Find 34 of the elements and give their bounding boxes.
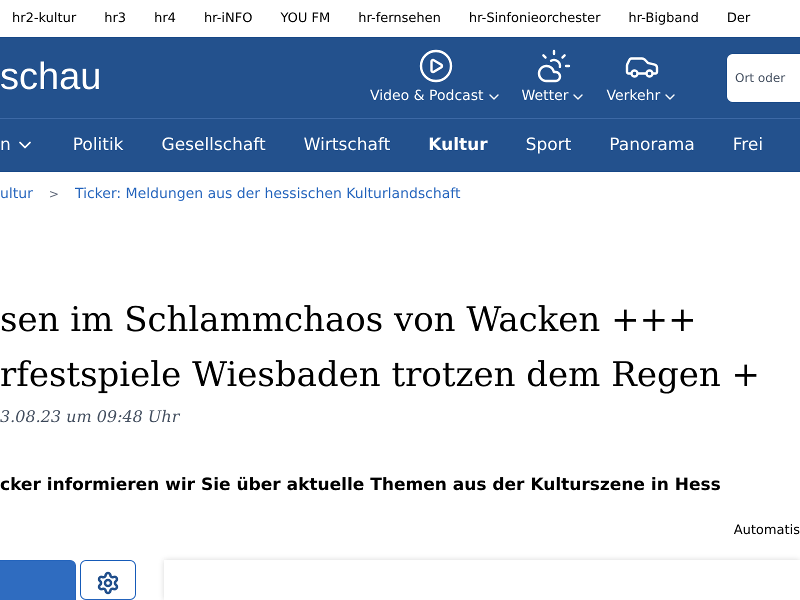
- publish-date: 3.08.23 um 09:48 Uhr: [0, 406, 182, 428]
- cloud-sun-icon: [536, 48, 572, 84]
- top-link[interactable]: hr-iNFO: [204, 8, 252, 28]
- autoscroll-label: Automatis: [734, 522, 800, 540]
- top-link[interactable]: hr-Sinfonieorchester: [468, 8, 600, 28]
- top-link[interactable]: YOU FM: [280, 8, 330, 28]
- nav-tab[interactable]: Politik: [72, 132, 124, 158]
- top-link[interactable]: hr-Bigband: [628, 8, 699, 28]
- header-menu[interactable]: Wetter: [522, 48, 586, 108]
- settings-icon: [96, 571, 120, 595]
- breadcrumb-link[interactable]: ultur: [0, 184, 33, 205]
- play-icon: [418, 48, 454, 84]
- nav-tab[interactable]: Sport: [526, 132, 572, 158]
- nav-tab[interactable]: Gesellschaft: [162, 132, 266, 158]
- article-title: sen im Schlammchaos von Wacken +++: [0, 299, 698, 342]
- top-link[interactable]: Der: [726, 8, 750, 28]
- nav-tab[interactable]: Kultur: [428, 132, 488, 158]
- separator-icon: >: [48, 185, 59, 204]
- nav-tab[interactable]: n: [0, 132, 35, 158]
- article-title: rfestspiele Wiesbaden trotzen dem Regen +: [0, 354, 762, 397]
- settings-button[interactable]: [80, 560, 136, 600]
- top-link[interactable]: hr4: [154, 8, 176, 28]
- header-menu[interactable]: Video & Podcast: [370, 48, 502, 108]
- top-link[interactable]: hr-fernsehen: [358, 8, 441, 28]
- top-link[interactable]: hr2-kultur: [12, 8, 76, 28]
- header-menu[interactable]: Verkehr: [606, 48, 678, 108]
- nav-tab[interactable]: Wirtschaft: [304, 132, 390, 158]
- nav-tab[interactable]: Panorama: [609, 132, 695, 158]
- search-field[interactable]: Ort oder: [727, 54, 800, 102]
- nav-tab[interactable]: Frei: [732, 132, 764, 158]
- logo-text: schau: [0, 55, 102, 100]
- top-link[interactable]: hr3: [104, 8, 126, 28]
- article-lede: cker informieren wir Sie über aktuelle Themen aus der Kulturszene in Hess: [0, 474, 722, 497]
- breadcrumb-link[interactable]: Ticker: Meldungen aus der hessischen Kulturlandschaft: [74, 184, 460, 205]
